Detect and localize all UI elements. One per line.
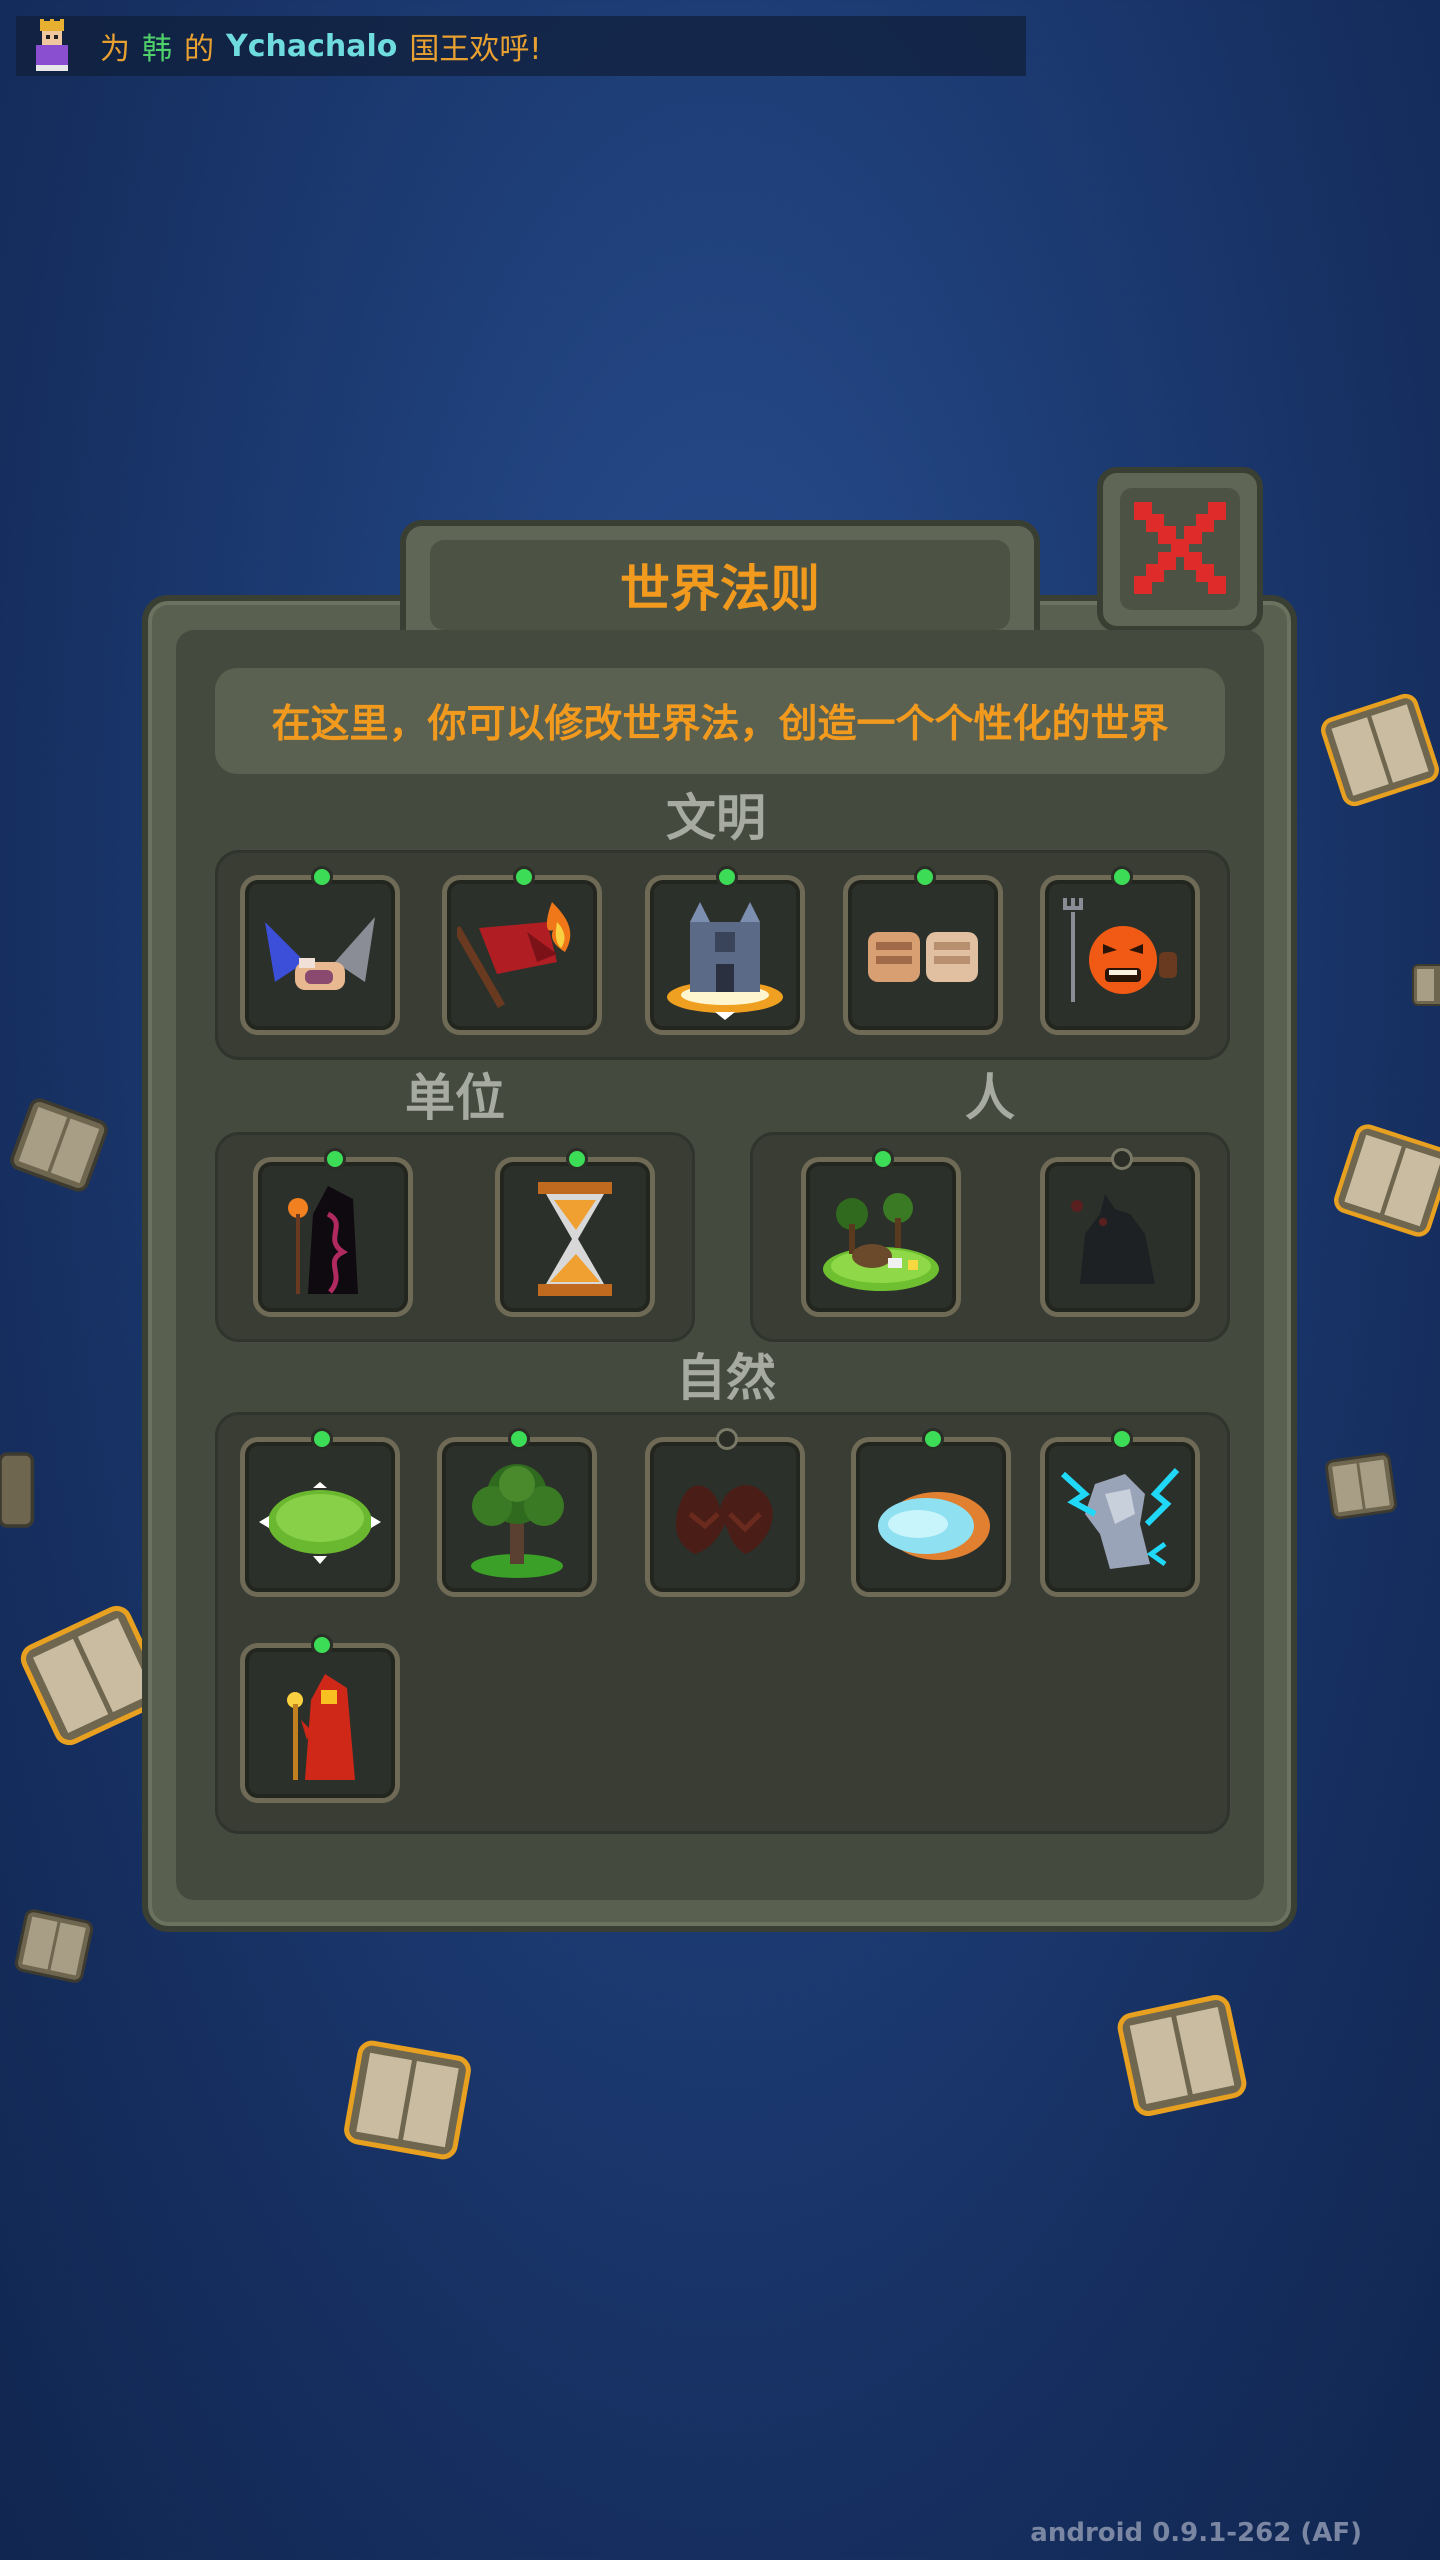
version-label: android 0.9.1-262 (AF) xyxy=(1030,2518,1362,2548)
ice-shield-icon xyxy=(878,1492,990,1560)
dialog-title: 世界法则 xyxy=(620,560,820,618)
law-rebellion-button[interactable] xyxy=(442,866,602,1035)
law-trees-button[interactable] xyxy=(437,1428,597,1597)
law-status-dot xyxy=(311,1428,333,1450)
law-ice-button[interactable] xyxy=(851,1428,1011,1597)
law-animals-button[interactable] xyxy=(801,1148,961,1317)
floating-book-icon xyxy=(1412,964,1440,1006)
friendship-fists-icon xyxy=(868,932,978,982)
lava-vines-icon xyxy=(675,1485,773,1554)
floating-book-icon xyxy=(10,1098,108,1192)
dark-mage-icon xyxy=(288,1186,358,1294)
shadow-wolf-icon xyxy=(1071,1194,1155,1284)
diplomacy-handshake-icon xyxy=(265,917,375,990)
floating-book-icon xyxy=(1325,1452,1397,1520)
grass-island-icon xyxy=(259,1482,381,1564)
dialog-subtitle: 在这里，你可以修改世界法，创造一个个性化的世界 xyxy=(215,668,1225,774)
fire-mage-icon xyxy=(287,1674,355,1780)
law-status-dot xyxy=(311,1634,333,1656)
section-label-people: 人 xyxy=(965,1069,1015,1127)
law-aging-button[interactable] xyxy=(495,1148,655,1317)
hourglass-icon xyxy=(538,1182,612,1296)
law-status-dot xyxy=(922,1428,944,1450)
notif-king-name[interactable]: Ychachalo xyxy=(226,29,397,64)
lightning-dragon-icon xyxy=(1060,1467,1180,1569)
floating-book-icon xyxy=(344,2040,471,2160)
law-status-dot xyxy=(1111,1148,1133,1170)
law-fire-mage-button[interactable] xyxy=(240,1634,400,1803)
notif-suffix: 国王欢呼! xyxy=(409,32,542,67)
notif-kingdom[interactable]: 韩 xyxy=(142,24,172,68)
law-angry-mob-button[interactable] xyxy=(1040,866,1200,1035)
law-status-dot xyxy=(872,1148,894,1170)
section-label-units: 单位 xyxy=(405,1069,505,1127)
law-status-dot xyxy=(508,1428,530,1450)
kingdom-castle-icon xyxy=(667,902,783,1020)
law-status-dot xyxy=(716,866,738,888)
law-kingdom-button[interactable] xyxy=(645,866,805,1035)
floating-book-icon xyxy=(1117,1994,1247,2117)
law-status-dot xyxy=(716,1428,738,1450)
law-status-dot xyxy=(566,1148,588,1170)
law-vines-button[interactable] xyxy=(645,1428,805,1597)
burning-flag-rebellion-icon xyxy=(457,902,571,1008)
notif-prefix: 为 xyxy=(100,32,130,67)
law-status-dot xyxy=(311,866,333,888)
notif-particle: 的 xyxy=(184,32,214,67)
law-status-dot xyxy=(1111,1428,1133,1450)
law-dark-mage-button[interactable] xyxy=(253,1148,413,1317)
king-avatar-icon xyxy=(36,19,68,71)
floating-book-icon xyxy=(14,1909,94,1983)
section-label-nature: 自然 xyxy=(676,1349,776,1407)
animal-island-icon xyxy=(823,1193,939,1291)
floating-book-icon xyxy=(0,1452,35,1528)
law-status-dot xyxy=(914,866,936,888)
close-icon[interactable] xyxy=(1128,496,1232,600)
law-dragon-button[interactable] xyxy=(1040,1428,1200,1597)
section-label-civilization: 文明 xyxy=(666,789,766,847)
floating-book-icon xyxy=(1321,693,1439,807)
law-status-dot xyxy=(1111,866,1133,888)
title-plate: 世界法则 xyxy=(430,540,1010,630)
bonsai-tree-icon xyxy=(471,1464,564,1578)
law-diplomacy-button[interactable] xyxy=(240,866,400,1035)
angry-mob-icon xyxy=(1063,898,1177,1002)
law-status-dot xyxy=(513,866,535,888)
notification-bar: 为 韩 的 Ychachalo 国王欢呼! xyxy=(16,16,1026,76)
floating-book-icon xyxy=(1334,1124,1440,1237)
law-wolves-button[interactable] xyxy=(1040,1148,1200,1317)
law-status-dot xyxy=(324,1148,346,1170)
law-grass-button[interactable] xyxy=(240,1428,400,1597)
law-friendship-button[interactable] xyxy=(843,866,1003,1035)
